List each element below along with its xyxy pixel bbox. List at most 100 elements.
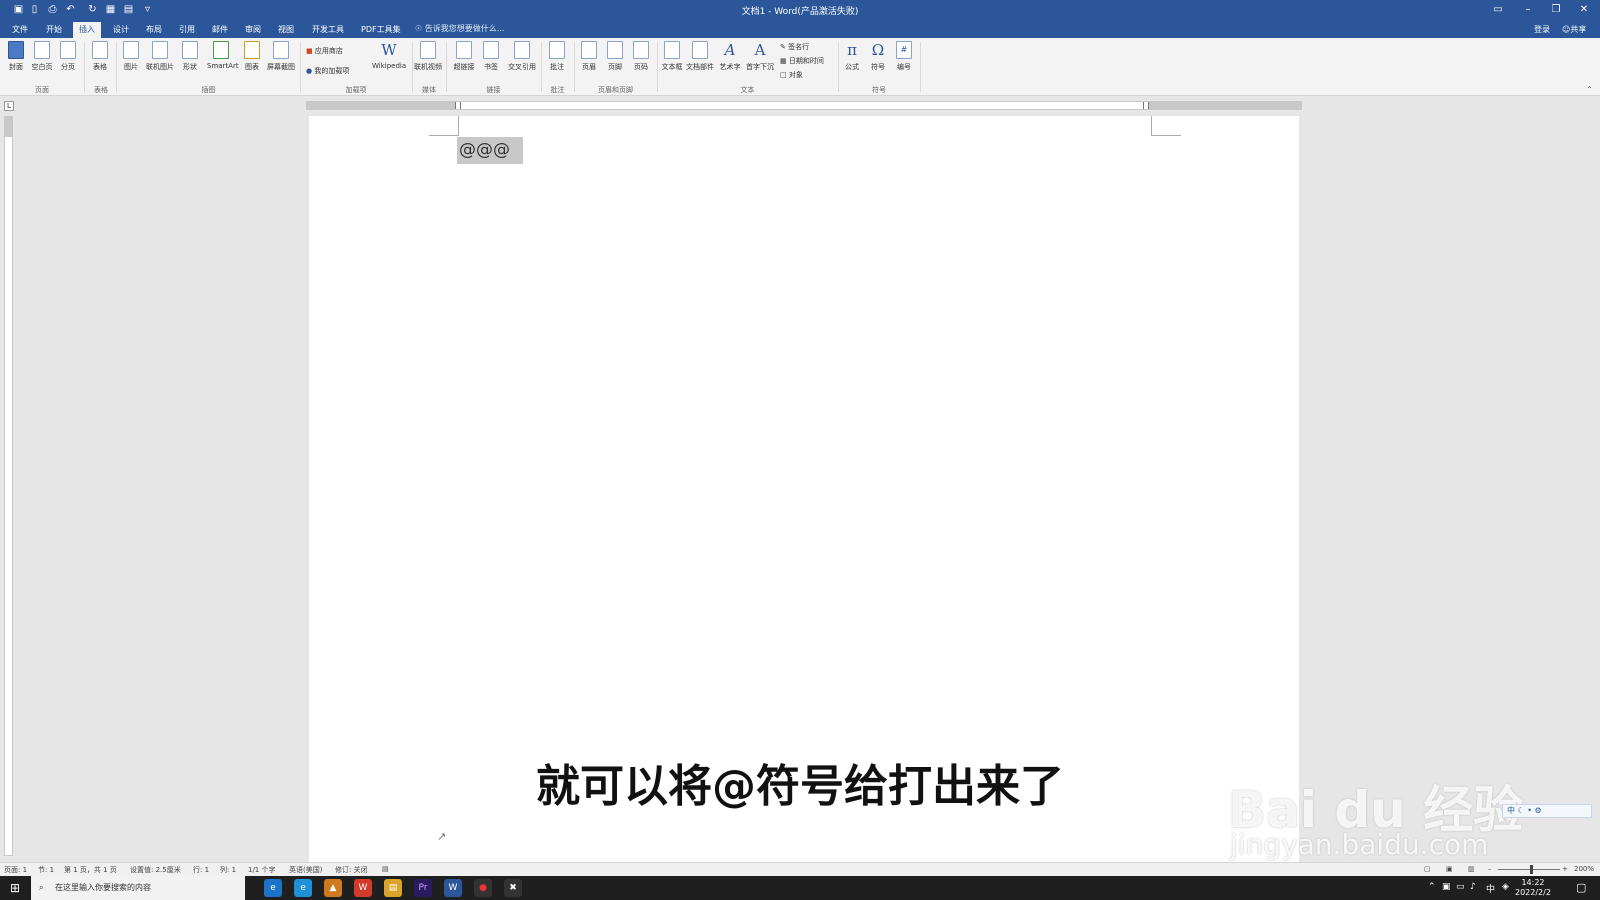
date-time-button[interactable]: ▦ 日期和时间: [780, 56, 824, 66]
table-button[interactable]: 表格: [86, 41, 114, 72]
quick-parts-button[interactable]: 文档部件: [686, 41, 714, 72]
status-page[interactable]: 页面: 1: [4, 865, 27, 875]
online-picture-button[interactable]: 联机图片: [146, 41, 174, 72]
header-button[interactable]: 页眉: [575, 41, 603, 72]
volume-icon[interactable]: ♪: [1470, 882, 1476, 892]
tab-selector[interactable]: L: [4, 101, 14, 111]
tab-review[interactable]: 审阅: [239, 22, 267, 38]
status-page-of[interactable]: 第 1 页，共 1 页: [64, 865, 117, 875]
taskbar-search[interactable]: ⌕ 在这里输入你要搜索的内容: [31, 876, 245, 900]
zoom-out-icon[interactable]: –: [1488, 865, 1492, 873]
minimize-icon[interactable]: –: [1518, 2, 1538, 18]
my-addins-button[interactable]: ● 我的加载项: [306, 66, 349, 76]
record-icon[interactable]: ●: [474, 879, 492, 897]
status-words[interactable]: 1/1 个字: [248, 865, 276, 875]
tab-layout[interactable]: 布局: [140, 22, 168, 38]
blank-page-button[interactable]: 空白页: [28, 41, 56, 72]
wordart-button[interactable]: A 艺术字: [716, 41, 744, 72]
quick-parts-label: 文档部件: [686, 63, 714, 71]
footer-button[interactable]: 页脚: [601, 41, 629, 72]
macro-icon[interactable]: ▤: [382, 865, 389, 873]
cover-page-button[interactable]: 封面: [2, 41, 30, 72]
network-icon[interactable]: ▭: [1456, 882, 1465, 892]
tab-file[interactable]: 文件: [6, 22, 34, 38]
vertical-ruler[interactable]: [4, 116, 13, 856]
drop-cap-button[interactable]: A 首字下沉: [746, 41, 774, 72]
symbol-button[interactable]: Ω 符号: [864, 41, 892, 72]
picture-button[interactable]: 图片: [117, 41, 145, 72]
web-layout-icon[interactable]: ▥: [1468, 865, 1475, 873]
clock[interactable]: 14:22 2022/2/2: [1515, 878, 1551, 898]
equation-button[interactable]: π 公式: [838, 41, 866, 72]
zoom-thumb[interactable]: [1530, 865, 1533, 874]
indent-marker[interactable]: [455, 102, 461, 109]
smartart-button[interactable]: SmartArt: [207, 41, 239, 70]
ime-toolbar[interactable]: 中 ☾ • ⚙: [1502, 804, 1592, 818]
ime-mode[interactable]: 中: [1507, 806, 1515, 815]
object-button[interactable]: □ 对象: [780, 70, 803, 80]
bookmark-button[interactable]: 书签: [477, 41, 505, 72]
share-button[interactable]: ☺共享: [1556, 22, 1592, 38]
group-links: 链接: [486, 86, 501, 94]
premiere-icon[interactable]: Pr: [414, 879, 432, 897]
app-icon[interactable]: ▲: [324, 879, 342, 897]
windows-start-icon[interactable]: ⊞: [6, 879, 24, 897]
zoom-slider[interactable]: [1498, 869, 1560, 870]
hyperlink-button[interactable]: 超链接: [450, 41, 478, 72]
tab-references[interactable]: 引用: [173, 22, 201, 38]
tray-sync-icon[interactable]: ◈: [1502, 882, 1509, 892]
zoom-in-icon[interactable]: +: [1562, 865, 1568, 873]
read-mode-icon[interactable]: ▢: [1424, 865, 1431, 873]
moon-icon[interactable]: ☾: [1518, 806, 1525, 815]
right-indent-marker[interactable]: [1143, 102, 1149, 109]
tab-home[interactable]: 开始: [40, 22, 68, 38]
wps-icon[interactable]: W: [354, 879, 372, 897]
notification-icon[interactable]: ▢: [1576, 881, 1586, 894]
edge-beta-icon[interactable]: e: [294, 879, 312, 897]
tab-view[interactable]: 视图: [272, 22, 300, 38]
zoom-level[interactable]: 200%: [1574, 865, 1594, 873]
online-video-button[interactable]: 联机视频: [414, 41, 442, 72]
restore-icon[interactable]: ❐: [1546, 2, 1566, 18]
punctuation-icon[interactable]: •: [1527, 806, 1532, 815]
edge-icon[interactable]: e: [264, 879, 282, 897]
horizontal-ruler[interactable]: [306, 101, 1302, 110]
chart-button[interactable]: 图表: [238, 41, 266, 72]
textbox-button[interactable]: 文本框: [658, 41, 686, 72]
tray-chevron-icon[interactable]: ⌃: [1428, 882, 1436, 892]
tell-me-box[interactable]: ☉ 告诉我您想要做什么...: [415, 23, 504, 34]
status-line[interactable]: 行: 1: [193, 865, 209, 875]
close-icon[interactable]: ✕: [1574, 2, 1594, 18]
tab-developer[interactable]: 开发工具: [306, 22, 350, 38]
tab-design[interactable]: 设计: [107, 22, 135, 38]
signature-line-button[interactable]: ✎ 签名行: [780, 42, 809, 52]
gear-icon[interactable]: ⚙: [1535, 806, 1542, 815]
status-track-changes[interactable]: 修订: 关闭: [335, 865, 368, 875]
shapes-button[interactable]: 形状: [176, 41, 204, 72]
selected-text[interactable]: @@@: [457, 137, 523, 164]
file-explorer-icon[interactable]: ▤: [384, 879, 402, 897]
page-number-button[interactable]: 页码: [627, 41, 655, 72]
store-button[interactable]: ■ 应用商店: [306, 46, 343, 56]
cross-reference-button[interactable]: 交叉引用: [506, 41, 538, 72]
page-break-button[interactable]: 分页: [54, 41, 82, 72]
tray-app-icon[interactable]: ▣: [1442, 882, 1451, 892]
screenshot-button[interactable]: 屏幕截图: [267, 41, 295, 72]
word-icon[interactable]: W: [444, 879, 462, 897]
capcut-icon[interactable]: ✖: [504, 879, 522, 897]
comment-button[interactable]: 批注: [543, 41, 571, 72]
tab-mailings[interactable]: 邮件: [206, 22, 234, 38]
status-column[interactable]: 列: 1: [220, 865, 236, 875]
status-position[interactable]: 设置值: 2.5厘米: [130, 865, 181, 875]
collapse-ribbon-icon[interactable]: ⌃: [1586, 85, 1593, 94]
numbering-button[interactable]: # 编号: [890, 41, 918, 72]
ime-indicator[interactable]: 中: [1486, 882, 1495, 895]
status-section[interactable]: 节: 1: [38, 865, 54, 875]
ribbon-display-icon[interactable]: ▭: [1488, 2, 1508, 18]
tab-insert[interactable]: 插入: [73, 22, 101, 38]
wikipedia-button[interactable]: W Wikipedia: [372, 41, 406, 70]
tab-pdf-tools[interactable]: PDF工具集: [355, 22, 407, 38]
status-language[interactable]: 英语(美国): [289, 865, 322, 875]
login-link[interactable]: 登录: [1528, 22, 1556, 38]
print-layout-icon[interactable]: ▣: [1446, 865, 1453, 873]
